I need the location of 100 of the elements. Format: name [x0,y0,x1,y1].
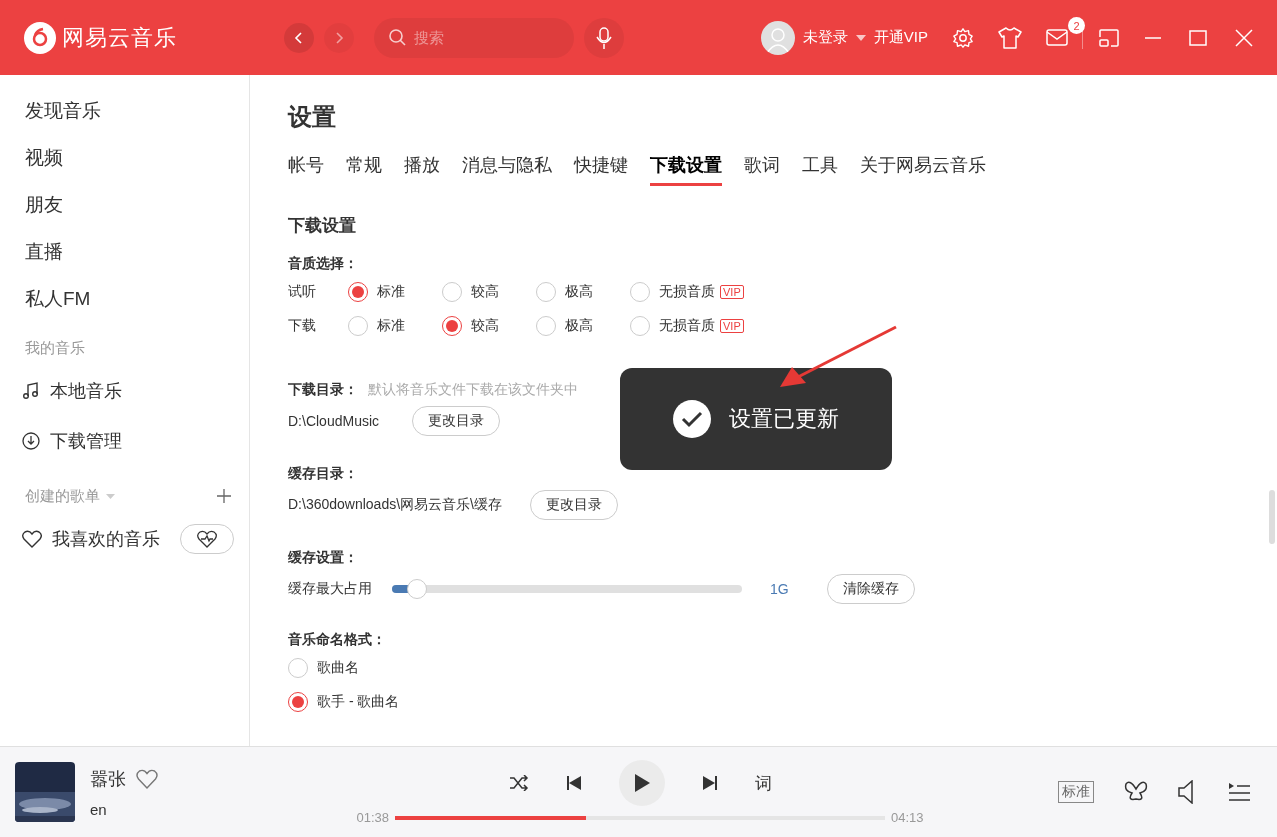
field-label: 下载目录： [288,381,358,399]
check-icon [673,400,711,438]
option-label: 较高 [471,283,499,301]
radio-button[interactable] [288,692,308,712]
path-text: D:\360downloads\网易云音乐\缓存 [288,496,502,514]
artist-name[interactable]: en [90,800,340,818]
shuffle-icon[interactable] [508,775,529,791]
settings-tab[interactable]: 快捷键 [574,153,628,186]
sidebar-item[interactable]: 我喜欢的音乐 [0,514,249,564]
playlist-icon[interactable] [1228,782,1250,802]
slider-thumb[interactable] [406,579,427,599]
mail-icon[interactable] [1046,29,1068,46]
radio-button[interactable] [348,282,368,302]
radio-button[interactable] [630,316,650,336]
settings-tab[interactable]: 下载设置 [650,153,722,186]
heart-icon[interactable] [136,768,158,789]
option-label: 较高 [471,317,499,335]
scrollbar[interactable] [1269,490,1275,544]
lyrics-button[interactable]: 词 [754,771,772,795]
minimize-icon[interactable] [1145,36,1161,39]
close-icon[interactable] [1235,28,1253,47]
sidebar-item[interactable]: 本地音乐 [0,366,249,416]
unread-badge: 2 [1068,17,1085,34]
slider-value: 1G [770,581,789,597]
music-note-icon [22,382,40,400]
download-icon [22,432,40,450]
heartbeat-icon [197,530,217,548]
quality-button[interactable]: 标准 [1058,781,1094,803]
next-icon[interactable] [702,776,717,790]
change-directory-button[interactable]: 更改目录 [412,406,500,436]
radio-button[interactable] [536,316,556,336]
user-name[interactable]: 未登录 [802,28,848,47]
option-label: 歌曲名 [317,659,359,677]
chevron-left-icon [293,31,305,44]
voice-search-button[interactable] [584,17,624,58]
section-heading: 创建的歌单 [25,486,100,506]
option-label: 标准 [377,283,405,301]
settings-tab[interactable]: 播放 [404,153,440,186]
page-title: 设置 [288,102,337,132]
caret-icon [855,34,866,41]
row-label: 下载 [288,317,317,335]
sidebar-label: 下载管理 [50,430,122,453]
sidebar-item[interactable]: 私人FM [0,275,249,322]
caret-icon [106,493,115,499]
back-button[interactable] [284,22,314,53]
app-name: 网易云音乐 [62,23,177,52]
radio-button[interactable] [442,282,462,302]
settings-tab[interactable]: 常规 [346,153,382,186]
vip-badge: VIP [720,285,744,299]
logo-icon [24,21,56,54]
settings-tab[interactable]: 关于网易云音乐 [860,153,986,186]
play-icon [633,774,650,792]
section-title: 下载设置 [288,215,357,237]
row-label: 试听 [288,283,317,301]
change-directory-button[interactable]: 更改目录 [529,490,618,520]
previous-icon[interactable] [566,776,581,790]
mini-mode-icon[interactable] [1099,28,1119,47]
avatar[interactable] [760,20,795,55]
sidebar-item[interactable]: 下载管理 [0,416,249,466]
settings-tab[interactable]: 消息与隐私 [462,153,552,186]
sidebar-item[interactable]: 发现音乐 [0,87,249,134]
option-label: 极高 [565,317,593,335]
option-label: 极高 [565,283,593,301]
option-label: 歌手 - 歌曲名 [317,693,400,711]
radio-button[interactable] [348,316,368,336]
toast-message: 设置已更新 [729,405,839,433]
play-button[interactable] [618,760,665,806]
clear-cache-button[interactable]: 清除缓存 [826,574,915,604]
option-label: 无损音质 [659,283,715,301]
hint-text: 默认将音乐文件下载在该文件夹中 [368,381,578,399]
progress-bar[interactable] [395,815,885,820]
settings-tab[interactable]: 工具 [802,153,838,186]
settings-tab[interactable]: 帐号 [288,153,324,186]
sidebar-item[interactable]: 视频 [0,134,249,181]
slider-label: 缓存最大占用 [288,580,372,598]
radio-button[interactable] [630,282,650,302]
vip-badge: VIP [720,319,744,333]
radio-button[interactable] [288,658,308,678]
sidebar-item[interactable]: 直播 [0,228,249,275]
sound-effect-icon[interactable] [1124,781,1148,803]
settings-tab[interactable]: 歌词 [744,153,780,186]
add-icon[interactable] [217,489,231,503]
radio-button[interactable] [442,316,462,336]
microphone-icon [595,25,613,50]
option-label: 无损音质 [659,317,715,335]
field-label: 缓存目录： [288,465,359,483]
chevron-right-icon [333,31,345,44]
sidebar-label: 本地音乐 [50,380,122,403]
shirt-icon[interactable] [998,26,1022,49]
sidebar-item[interactable]: 朋友 [0,181,249,228]
search-icon [389,28,406,46]
maximize-icon[interactable] [1189,29,1207,46]
heartbeat-button[interactable] [180,524,234,554]
total-time: 04:13 [891,810,924,825]
vip-link[interactable]: 开通VIP [873,28,928,47]
field-label: 缓存设置： [288,549,359,567]
settings-icon[interactable] [952,26,974,49]
path-text: D:\CloudMusic [288,413,381,429]
radio-button[interactable] [536,282,556,302]
sidebar-label: 我喜欢的音乐 [52,528,160,551]
